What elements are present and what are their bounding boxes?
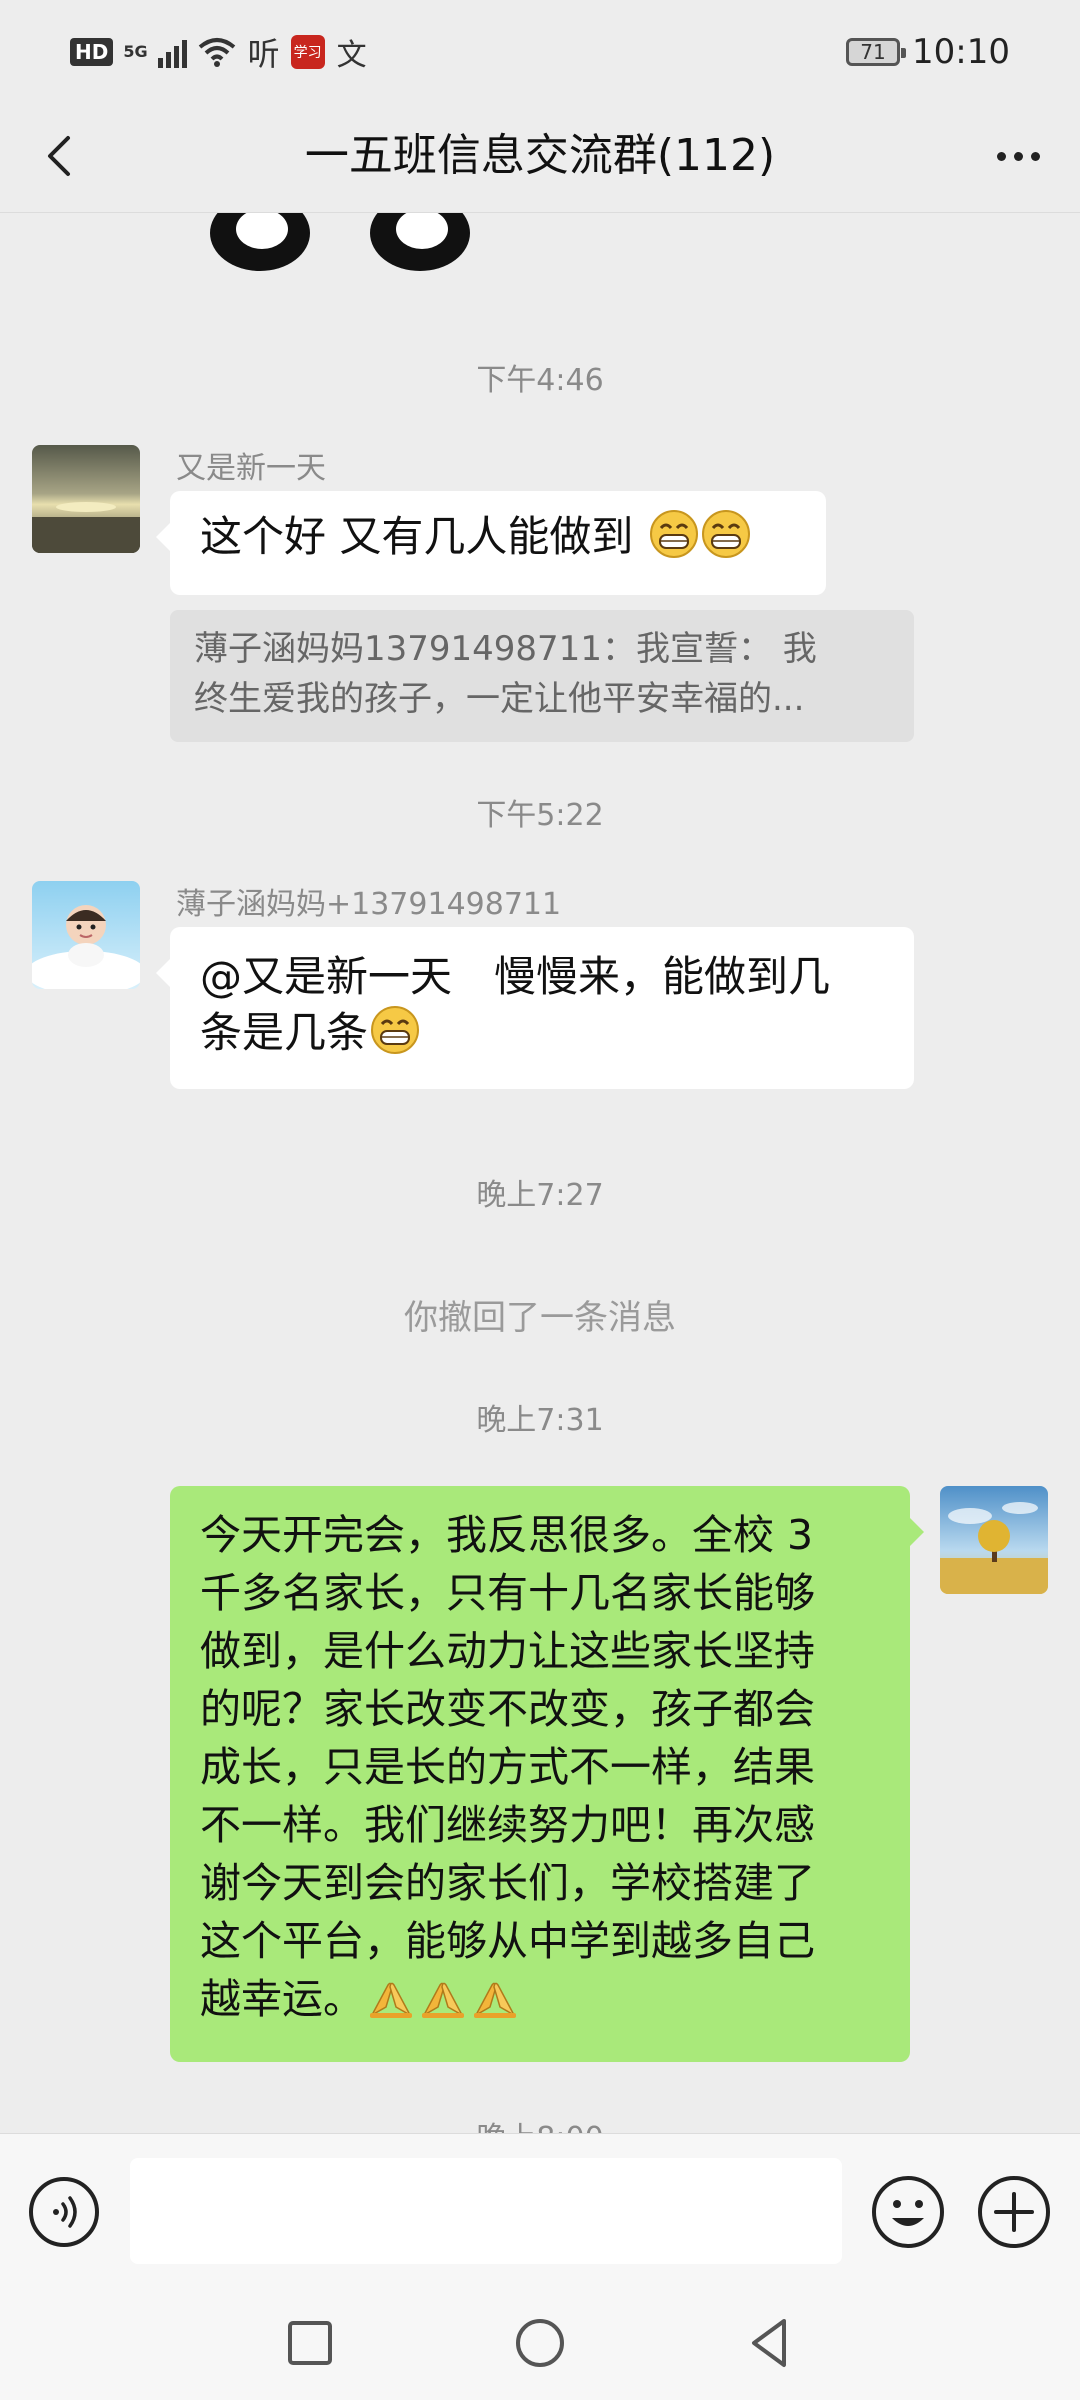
my-avatar[interactable] (940, 1486, 1048, 1594)
message-text-line: 今天开完会，我反思很多。全校 3 (200, 1511, 814, 1559)
system-navigation-bar (0, 2283, 1080, 2400)
network-type: 5G (123, 42, 148, 61)
page-title: 一五班信息交流群(112) (304, 130, 776, 181)
clock: 10:10 (912, 32, 1010, 72)
timestamp: 晚上8:00 (0, 2113, 1080, 2133)
emoji-icon (872, 2176, 944, 2248)
circle-icon (516, 2319, 564, 2367)
square-icon (288, 2321, 332, 2365)
app-notification-icon: 听 (247, 35, 280, 73)
message-text-line: 的呢？家长改变不改变，孩子都会 (200, 1685, 815, 1733)
back-system-button[interactable] (740, 2313, 800, 2373)
message-text-line: 千多名家长，只有十几名家长能够 (200, 1569, 815, 1617)
message-text-line: @又是新一天 慢慢来，能做到几 (200, 952, 831, 1001)
chat-header: 一五班信息交流群(112) (0, 100, 1080, 213)
battery-icon: 71 (846, 38, 907, 66)
more-dots-icon (996, 151, 1006, 161)
timestamp: 下午4:46 (476, 363, 604, 398)
input-bar (0, 2133, 1080, 2284)
back-button[interactable] (30, 124, 94, 188)
more-functions-button[interactable] (976, 2174, 1052, 2250)
message-input[interactable] (130, 2158, 842, 2264)
sender-name: 薄子涵妈妈+13791498711 (176, 887, 562, 922)
grinning-emoji (649, 510, 698, 558)
timestamp: 晚上7:27 (476, 1178, 604, 1213)
xuexi-app-icon: 学习 (290, 35, 325, 69)
recall-notice: 你撤回了一条消息 (404, 1298, 676, 1338)
sunset-avatar-image (32, 445, 140, 553)
chat-message-list[interactable]: 下午4:46 又是新一天 这个好 又有几人能做到 薄子涵妈妈1379149871… (0, 213, 1080, 2133)
quoted-text-line: 薄子涵妈妈13791498711：我宣誓： 我 (194, 629, 817, 669)
recent-apps-button[interactable] (280, 2313, 340, 2373)
message-bubble[interactable]: 这个好 又有几人能做到 (156, 491, 826, 595)
voice-icon (29, 2177, 99, 2247)
plus-icon (978, 2176, 1050, 2248)
message-text: 这个好 又有几人能做到 (200, 512, 647, 561)
timestamp: 下午5:22 (476, 798, 604, 833)
praying-hands-emoji (474, 1982, 516, 2018)
message-text-line: 不一样。我们继续努力吧！再次感 (200, 1801, 815, 1849)
message-text-line: 条是几条 (200, 1008, 369, 1057)
praying-hands-emoji (422, 1982, 464, 2018)
triangle-back-icon (752, 2319, 786, 2367)
avatar[interactable] (32, 881, 140, 989)
app-notification-icon-2: 文 (336, 38, 367, 73)
home-button[interactable] (510, 2313, 570, 2373)
message-bubble[interactable]: @又是新一天 慢慢来，能做到几 条是几条 (156, 927, 914, 1089)
avatar[interactable] (32, 445, 140, 553)
message-text-line: 成长，只是长的方式不一样，结果 (200, 1743, 815, 1791)
grinning-emoji (371, 1006, 420, 1054)
signal-icon (157, 36, 187, 68)
message-text-line: 越幸运。 (200, 1975, 364, 2023)
hd-badge: HD (70, 38, 114, 66)
status-bar: HD 5G 听 学习 文 71 10:10 (0, 0, 1080, 100)
quoted-text-line: 终生爱我的孩子，一定让他平安幸福的... (194, 679, 805, 719)
sender-name: 又是新一天 (176, 451, 326, 486)
praying-hands-emoji (370, 1982, 412, 2018)
message-text-line: 谢今天到会的家长们，学校搭建了 (200, 1859, 815, 1907)
message-text-line: 做到，是什么动力让这些家长坚持 (200, 1627, 815, 1675)
message-bubble-self[interactable]: 今天开完会，我反思很多。全校 3 千多名家长，只有十几名家长能够 做到，是什么动… (170, 1486, 924, 2062)
emoji-button[interactable] (870, 2174, 946, 2250)
wifi-icon (198, 38, 235, 67)
timestamp: 晚上7:31 (476, 1403, 604, 1438)
sticker-image[interactable] (200, 213, 520, 283)
voice-button[interactable] (28, 2176, 100, 2248)
chevron-left-icon (48, 136, 70, 176)
baby-avatar-image (32, 881, 140, 989)
message-text-line: 这个平台，能够从中学到越多自己 (200, 1917, 815, 1965)
grinning-emoji (701, 510, 750, 558)
more-button[interactable] (986, 124, 1050, 188)
tree-avatar-image (940, 1486, 1048, 1594)
quoted-message[interactable]: 薄子涵妈妈13791498711：我宣誓： 我 终生爱我的孩子，一定让他平安幸福… (170, 610, 914, 742)
